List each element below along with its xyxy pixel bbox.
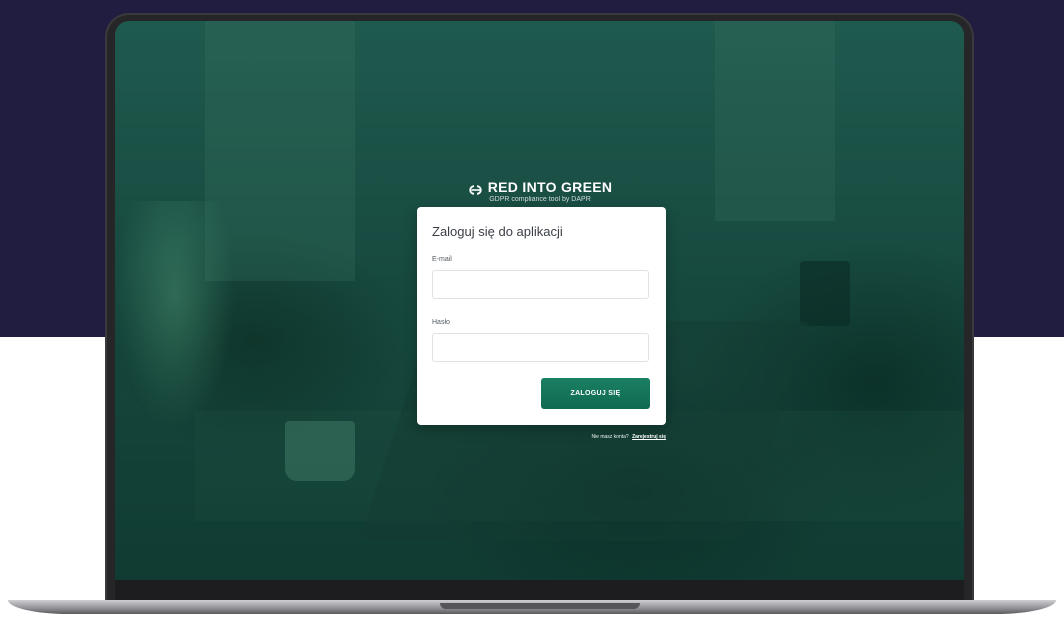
background-cup [800,261,850,326]
login-button[interactable]: ZALOGUJ SIĘ [541,378,650,409]
logo-subtitle: GDPR compliance tool by DAPR [489,196,591,203]
logo-row: RED INTO GREEN [468,179,613,195]
page: RED INTO GREEN GDPR compliance tool by D… [0,0,1064,621]
login-card: Zaloguj się do aplikacji E-mail Hasło ZA… [417,207,666,425]
password-input[interactable] [432,333,649,362]
cd-logo-icon [468,182,484,195]
login-title: Zaloguj się do aplikacji [432,224,563,239]
app-logo: RED INTO GREEN GDPR compliance tool by D… [468,179,613,203]
register-link[interactable]: Zarejestruj się [632,434,666,440]
email-label: E-mail [432,256,452,263]
laptop-screen: RED INTO GREEN GDPR compliance tool by D… [115,21,964,602]
background-plant-pot [285,421,355,481]
laptop-notch [440,603,640,609]
logo-title: RED INTO GREEN [487,179,613,195]
register-prompt-row: Nie masz konta? Zarejestruj się [515,434,666,440]
password-label: Hasło [432,319,450,326]
background-plant [115,201,235,431]
screen-bottom-bar [115,580,964,602]
background-window [715,21,835,221]
email-input[interactable] [432,270,649,299]
register-prompt: Nie masz konta? [591,434,629,440]
